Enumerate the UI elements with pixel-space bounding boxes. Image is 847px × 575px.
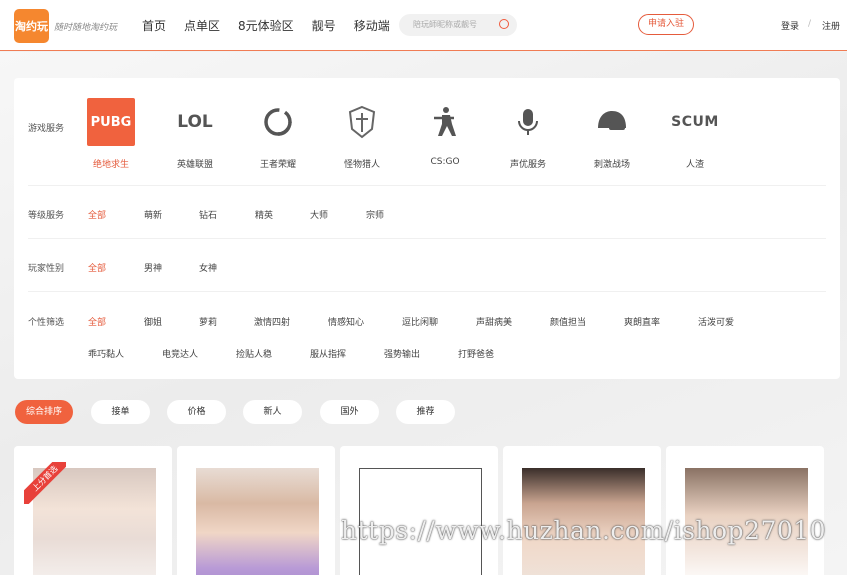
trait-option[interactable]: 电竞达人 <box>162 347 198 360</box>
game-name: 绝地求生 <box>92 160 129 170</box>
lol-icon: LOL <box>177 112 213 132</box>
sort-comprehensive[interactable]: 综合排序 <box>15 400 73 424</box>
trait-option[interactable]: 爽朗直率 <box>624 315 660 328</box>
site-slogan: 随时随地淘约玩 <box>54 23 118 33</box>
sort-overseas[interactable]: 国外 <box>320 400 379 424</box>
trait-option[interactable]: 声甜病美 <box>476 315 512 328</box>
login-link[interactable]: 登录 <box>781 19 799 32</box>
search-icon[interactable] <box>499 19 509 29</box>
player-card[interactable] <box>177 446 335 575</box>
filter-panel: 游戏服务 PUBG 绝地求生 LOL 英雄联盟 王者荣耀 怪物猎人 CS:GO … <box>14 78 840 379</box>
game-scum[interactable]: SCUM 人渣 <box>665 98 725 170</box>
trait-option[interactable]: 全部 <box>88 315 106 328</box>
trait-option[interactable]: 服从指挥 <box>310 347 346 360</box>
trait-option[interactable]: 强势输出 <box>384 347 420 360</box>
game-lol[interactable]: LOL 英雄联盟 <box>165 98 225 170</box>
player-card[interactable] <box>503 446 661 575</box>
level-service-label: 等级服务 <box>28 211 65 221</box>
game-csgo[interactable]: CS:GO <box>415 98 475 167</box>
gender-female[interactable]: 女神 <box>199 261 217 274</box>
nav-trial-zone[interactable]: 8元体验区 <box>238 17 294 34</box>
game-battlefield[interactable]: 刺激战场 <box>582 98 642 170</box>
game-name: 怪物猎人 <box>343 160 380 170</box>
game-name: 声优服务 <box>509 160 546 170</box>
game-pubg[interactable]: PUBG 绝地求生 <box>81 98 141 170</box>
player-photo <box>196 468 319 575</box>
level-elite[interactable]: 精英 <box>255 208 273 221</box>
pubg-icon: PUBG <box>87 98 135 146</box>
player-card[interactable] <box>666 446 824 575</box>
nav-special-id[interactable]: 靓号 <box>312 17 336 34</box>
search-input[interactable]: 陪玩師昵称或靓号 <box>399 14 517 36</box>
trait-option[interactable]: 捡贴人稳 <box>236 347 272 360</box>
nav-order-zone[interactable]: 点单区 <box>184 17 220 34</box>
game-service-label: 游戏服务 <box>28 124 65 134</box>
sort-new[interactable]: 新人 <box>243 400 302 424</box>
sort-orders[interactable]: 接单 <box>91 400 150 424</box>
trait-option[interactable]: 萝莉 <box>199 315 217 328</box>
trait-label: 个性筛选 <box>28 318 65 328</box>
level-master[interactable]: 大师 <box>310 208 328 221</box>
gender-all[interactable]: 全部 <box>88 261 106 274</box>
helmet-icon <box>588 98 636 146</box>
search-placeholder: 陪玩師昵称或靓号 <box>413 20 477 29</box>
apply-join-button[interactable]: 申请入驻 <box>638 14 694 35</box>
csgo-icon <box>421 98 469 146</box>
badge-text: 上分首选 <box>24 462 66 504</box>
watermark: https://www.huzhan.com/ishop27010 <box>341 516 827 545</box>
nav-home[interactable]: 首页 <box>142 17 166 34</box>
game-monster-hunter[interactable]: 怪物猎人 <box>332 98 392 170</box>
player-card[interactable] <box>340 446 498 575</box>
nav-mobile[interactable]: 移动端 <box>354 17 390 34</box>
trait-option[interactable]: 逗比闲聊 <box>402 315 438 328</box>
gender-label: 玩家性别 <box>28 264 65 274</box>
level-grandmaster[interactable]: 宗师 <box>366 208 384 221</box>
top-header: 淘约玩 随时随地淘约玩 首页 点单区 8元体验区 靓号 移动端 陪玩師昵称或靓号… <box>0 0 847 51</box>
level-newbie[interactable]: 萌新 <box>144 208 162 221</box>
monster-hunter-icon <box>338 98 386 146</box>
level-diamond[interactable]: 钻石 <box>199 208 217 221</box>
game-name: 王者荣耀 <box>259 160 296 170</box>
game-name: 人渣 <box>685 160 704 170</box>
level-all[interactable]: 全部 <box>88 208 106 221</box>
main-nav: 首页 点单区 8元体验区 靓号 移动端 <box>142 17 408 34</box>
game-honor-of-kings[interactable]: 王者荣耀 <box>248 98 308 170</box>
trait-option[interactable]: 活泼可爱 <box>698 315 734 328</box>
site-logo[interactable]: 淘约玩 <box>14 9 49 43</box>
gender-male[interactable]: 男神 <box>144 261 162 274</box>
game-name: 刺激战场 <box>593 160 630 170</box>
divider <box>28 185 826 186</box>
game-name: 英雄联盟 <box>176 160 213 170</box>
trait-option[interactable]: 颜值担当 <box>550 315 586 328</box>
trait-option[interactable]: 激情四射 <box>254 315 290 328</box>
game-voice-service[interactable]: 声优服务 <box>498 98 558 170</box>
microphone-icon <box>504 98 552 146</box>
divider <box>28 291 826 292</box>
honor-of-kings-icon <box>254 98 302 146</box>
sort-price[interactable]: 价格 <box>167 400 226 424</box>
trait-option[interactable]: 乖巧黏人 <box>88 347 124 360</box>
trait-option[interactable]: 情感知心 <box>328 315 364 328</box>
register-link[interactable]: 注册 <box>822 19 840 32</box>
player-card[interactable]: 上分首选 <box>14 446 172 575</box>
scum-icon: SCUM <box>671 114 719 130</box>
trait-option[interactable]: 打野爸爸 <box>458 347 494 360</box>
sort-recommend[interactable]: 推荐 <box>396 400 455 424</box>
game-name: CS:GO <box>430 157 460 167</box>
divider <box>28 238 826 239</box>
auth-separator: / <box>808 19 812 29</box>
trait-option[interactable]: 御姐 <box>144 315 162 328</box>
top-pick-badge: 上分首选 <box>24 462 66 504</box>
